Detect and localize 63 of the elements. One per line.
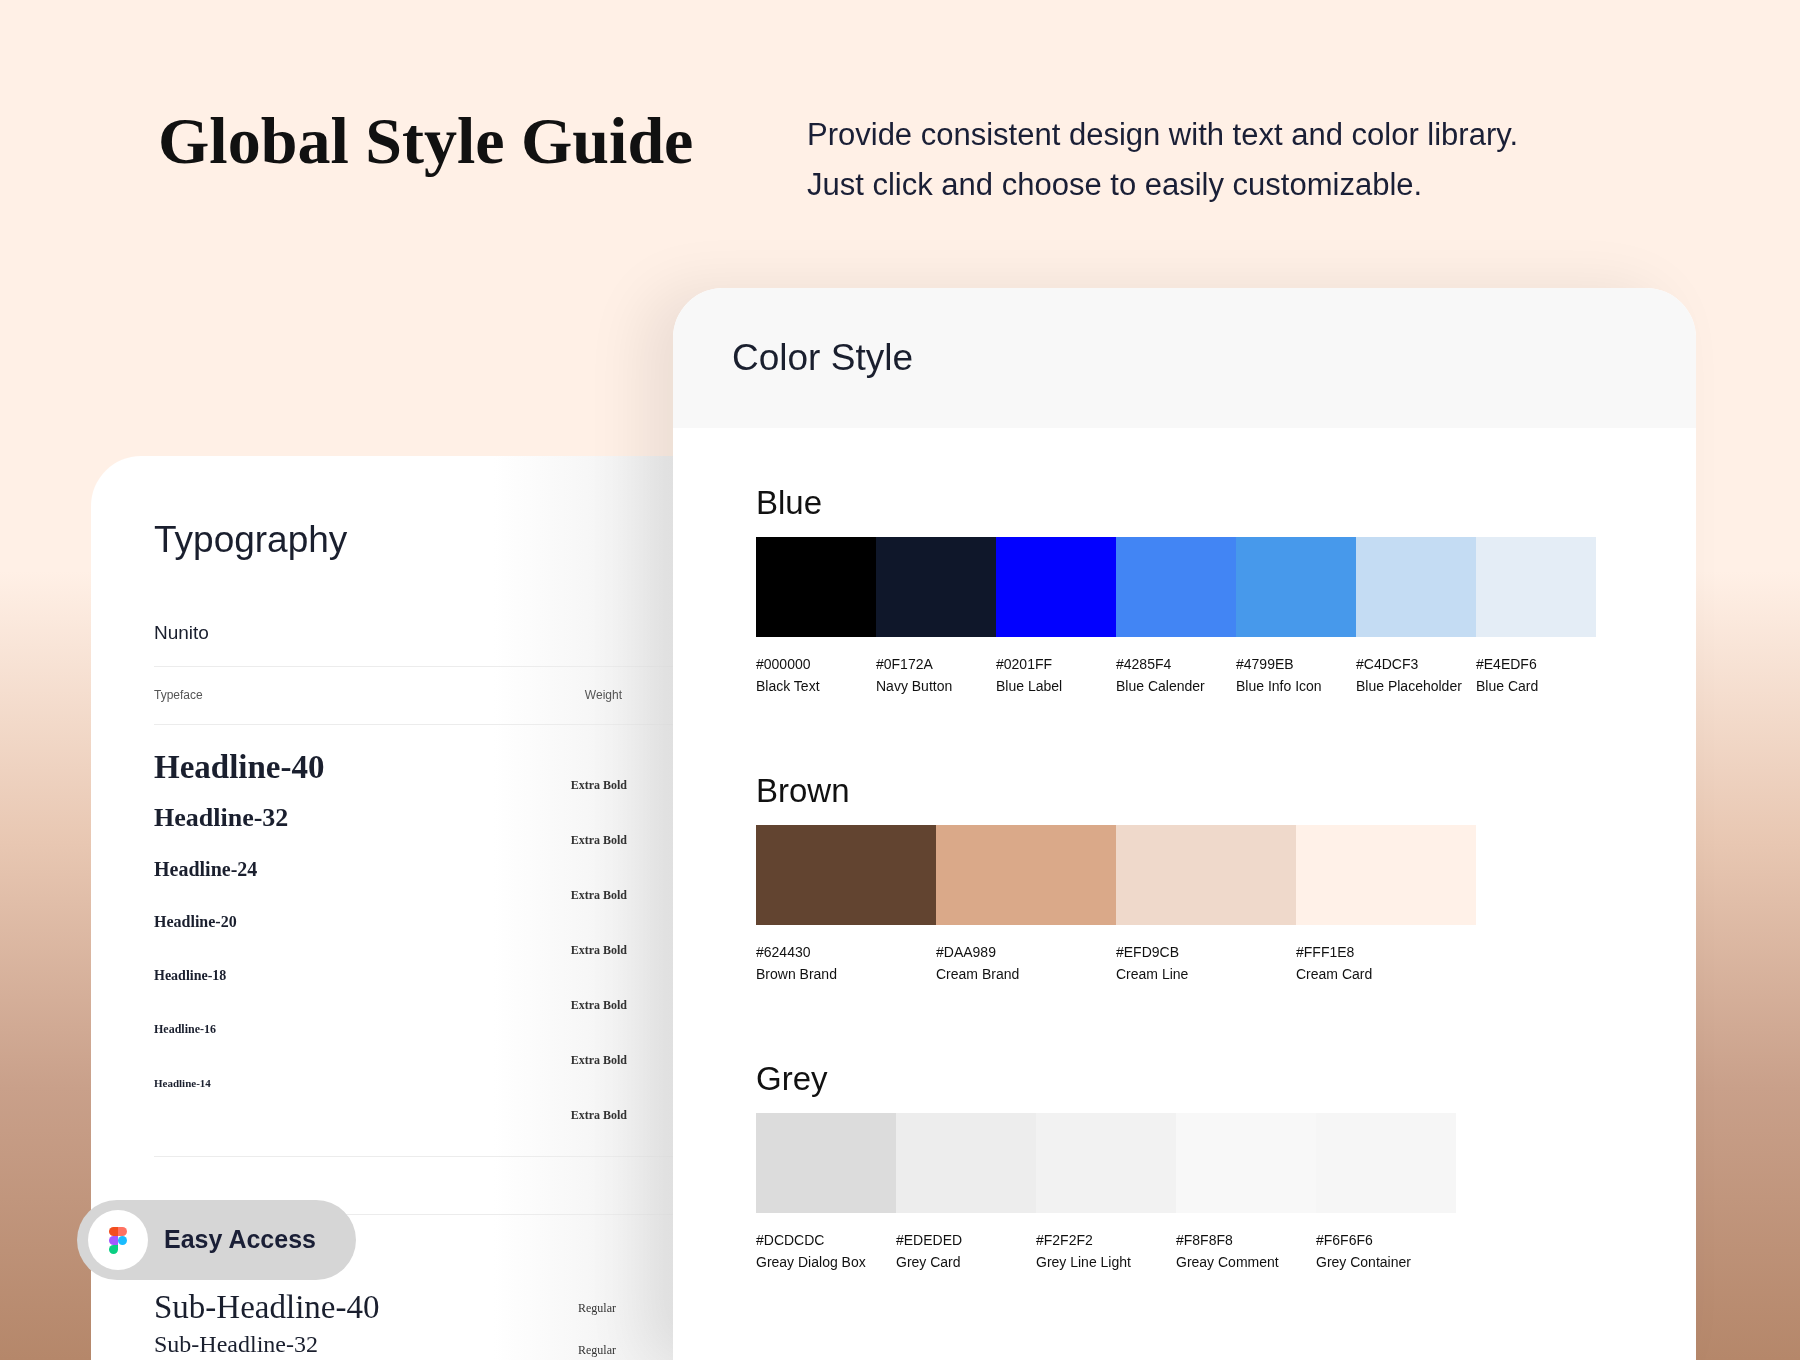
figma-logo-icon bbox=[109, 1226, 127, 1254]
color-name: Cream Card bbox=[1296, 965, 1374, 984]
color-name: Greay Dialog Box bbox=[756, 1253, 867, 1272]
hex-code: #EFD9CB bbox=[1116, 943, 1181, 962]
hex-code: #DCDCDC bbox=[756, 1231, 826, 1250]
color-name: Greay Comment bbox=[1176, 1253, 1280, 1272]
weight-label: Extra Bold bbox=[570, 886, 627, 904]
color-name: Grey Card bbox=[896, 1253, 962, 1272]
hex-code: #DAA989 bbox=[936, 943, 997, 962]
badge-label: Easy Access bbox=[164, 1224, 316, 1256]
hex-code: #624430 bbox=[756, 943, 812, 962]
hex-code: #0201FF bbox=[996, 655, 1054, 674]
color-name: Brown Brand bbox=[756, 965, 838, 984]
weight-label: Extra Bold bbox=[570, 1051, 627, 1069]
weight-label: Extra Bold bbox=[570, 996, 627, 1014]
style-sample: Headline-40 bbox=[154, 747, 325, 787]
hex-code: #F2F2F2 bbox=[1036, 1231, 1094, 1250]
weight-label: Extra Bold bbox=[570, 941, 627, 959]
hex-code: #C4DCF3 bbox=[1356, 655, 1420, 674]
style-sample: Sub-Headline-32 bbox=[154, 1329, 318, 1359]
color-name: Blue Info Icon bbox=[1236, 677, 1323, 696]
hex-code: #000000 bbox=[756, 655, 812, 674]
style-sample: Headline-16 bbox=[154, 1021, 216, 1037]
style-sample: Headline-32 bbox=[154, 801, 289, 834]
subtitle-line: Just click and choose to easily customizable. bbox=[807, 166, 1424, 204]
hex-code: #F6F6F6 bbox=[1316, 1231, 1374, 1250]
weight-label: Extra Bold bbox=[570, 831, 627, 849]
color-name: Blue Label bbox=[996, 677, 1064, 696]
color-name: Grey Line Light bbox=[1036, 1253, 1132, 1272]
hex-code: #E4EDF6 bbox=[1476, 655, 1538, 674]
hex-code: #4799EB bbox=[1236, 655, 1295, 674]
column-header: Typeface bbox=[154, 687, 203, 704]
color-name: Blue Card bbox=[1476, 677, 1540, 696]
color-style-title: Color Style bbox=[732, 336, 913, 381]
style-sample: Headline-20 bbox=[154, 911, 237, 932]
color-name: Navy Button bbox=[876, 677, 954, 696]
hex-code: #0F172A bbox=[876, 655, 934, 674]
weight-label: Extra Bold bbox=[570, 1106, 627, 1124]
color-name: Grey Container bbox=[1316, 1253, 1412, 1272]
easy-access-badge[interactable]: Easy Access bbox=[77, 1200, 356, 1280]
weight-label: Regular bbox=[578, 1341, 616, 1359]
hex-code: #EDEDED bbox=[896, 1231, 964, 1250]
hex-code: #F8F8F8 bbox=[1176, 1231, 1234, 1250]
group-heading: Blue bbox=[756, 483, 824, 523]
typography-title: Typography bbox=[154, 518, 349, 562]
color-name: Black Text bbox=[756, 677, 821, 696]
weight-label: Regular bbox=[578, 1299, 616, 1317]
color-name: Cream Line bbox=[1116, 965, 1190, 984]
hex-code: #4285F4 bbox=[1116, 655, 1173, 674]
font-name: Nunito bbox=[154, 621, 210, 645]
style-sample: Headline-14 bbox=[154, 1076, 211, 1091]
weight-label: Extra Bold bbox=[570, 776, 627, 794]
color-name: Blue Calender bbox=[1116, 677, 1206, 696]
group-heading: Brown bbox=[756, 771, 851, 811]
style-sample: Sub-Headline-40 bbox=[154, 1287, 380, 1327]
column-header: Weight bbox=[584, 687, 622, 704]
color-name: Blue Placeholder bbox=[1356, 677, 1463, 696]
group-heading: Grey bbox=[756, 1059, 829, 1099]
style-sample: Headline-18 bbox=[154, 966, 227, 984]
hex-code: #FFF1E8 bbox=[1296, 943, 1356, 962]
subtitle-line: Provide consistent design with text and color library. bbox=[807, 116, 1519, 154]
color-name: Cream Brand bbox=[936, 965, 1021, 984]
style-sample: Headline-24 bbox=[154, 856, 258, 882]
